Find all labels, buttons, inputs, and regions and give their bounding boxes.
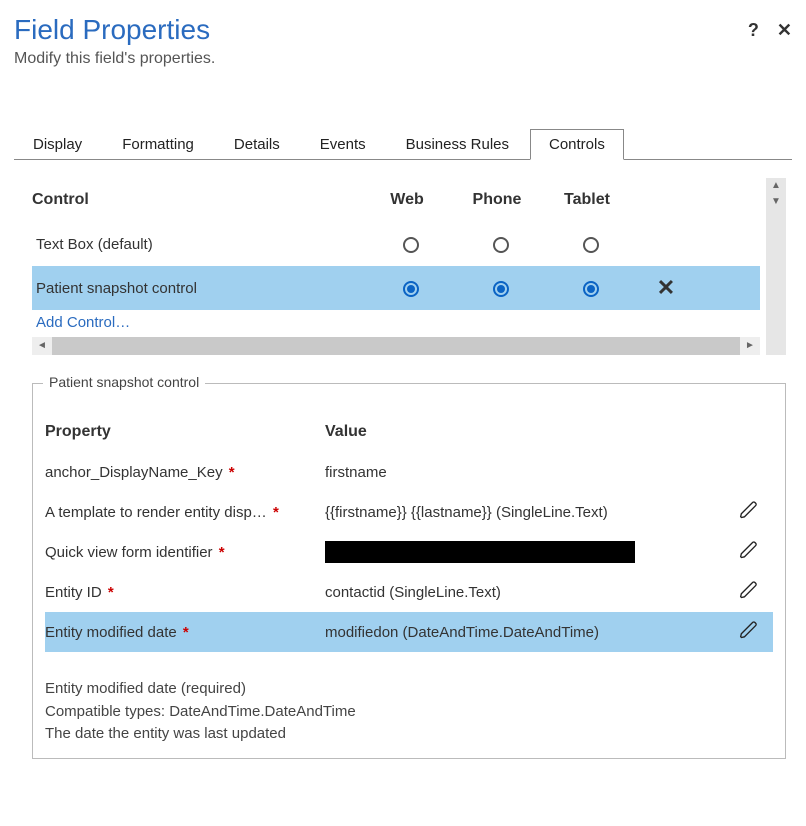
control-row[interactable]: Text Box (default) [32, 222, 760, 266]
radio-web[interactable] [366, 235, 456, 252]
scroll-track[interactable] [52, 337, 740, 355]
property-value: contactid (SingleLine.Text) [325, 584, 725, 601]
radio-icon [583, 237, 599, 253]
property-detail: Entity modified date (required) Compatib… [45, 678, 773, 746]
redacted-value [325, 541, 635, 563]
edit-property-button[interactable] [725, 540, 773, 564]
required-icon: * [269, 504, 279, 521]
edit-property-button[interactable] [725, 620, 773, 644]
col-value: Value [325, 423, 725, 441]
tab-details[interactable]: Details [215, 129, 299, 160]
col-control: Control [32, 191, 362, 209]
scroll-up-icon[interactable]: ▲ [766, 178, 786, 194]
radio-phone[interactable] [456, 279, 546, 296]
header-row: Field Properties ? ✕ [14, 12, 792, 50]
radio-tablet[interactable] [546, 235, 636, 252]
control-table-header: Control Web Phone Tablet [32, 178, 760, 222]
tab-strip: DisplayFormattingDetailsEventsBusiness R… [14, 128, 792, 160]
detail-line-title: Entity modified date (required) [45, 678, 773, 701]
required-icon: * [215, 544, 225, 561]
radio-icon [493, 281, 509, 297]
radio-icon [583, 281, 599, 297]
add-control-link[interactable]: Add Control… [32, 310, 760, 335]
property-panel: Patient snapshot control Property Value … [32, 383, 786, 759]
property-name: Entity modified date * [45, 624, 325, 641]
remove-control-icon[interactable]: ✕ [636, 275, 696, 301]
property-name: Entity ID * [45, 584, 325, 601]
dialog-title: Field Properties [14, 14, 748, 46]
tab-formatting[interactable]: Formatting [103, 129, 213, 160]
controls-tab-body: Control Web Phone Tablet Text Box (defau… [14, 160, 792, 767]
property-name: A template to render entity disp… * [45, 504, 325, 521]
radio-phone[interactable] [456, 235, 546, 252]
property-panel-legend: Patient snapshot control [43, 374, 205, 390]
edit-property-button[interactable] [725, 500, 773, 524]
property-value: modifiedon (DateAndTime.DateAndTime) [325, 624, 725, 641]
col-phone: Phone [452, 191, 542, 209]
radio-web[interactable] [366, 279, 456, 296]
vertical-scrollbar[interactable]: ▲ ▼ [766, 178, 786, 355]
property-table-header: Property Value [45, 412, 773, 452]
col-property: Property [45, 423, 325, 441]
radio-icon [403, 281, 419, 297]
control-name: Text Box (default) [36, 236, 366, 253]
col-web: Web [362, 191, 452, 209]
required-icon: * [104, 584, 114, 601]
horizontal-scrollbar[interactable]: ◄ ► [32, 337, 760, 355]
required-icon: * [225, 464, 235, 481]
property-row[interactable]: anchor_DisplayName_Key *firstname [45, 452, 773, 492]
property-row[interactable]: Quick view form identifier * [45, 532, 773, 572]
dialog-subtitle: Modify this field's properties. [14, 50, 792, 68]
property-row[interactable]: A template to render entity disp… *{{fir… [45, 492, 773, 532]
required-icon: * [179, 624, 189, 641]
tab-events[interactable]: Events [301, 129, 385, 160]
control-row[interactable]: Patient snapshot control ✕ [32, 266, 760, 310]
control-panel: Control Web Phone Tablet Text Box (defau… [32, 178, 786, 355]
detail-line-description: The date the entity was last updated [45, 723, 773, 746]
detail-line-types: Compatible types: DateAndTime.DateAndTim… [45, 701, 773, 724]
control-scroll-area: Control Web Phone Tablet Text Box (defau… [32, 178, 760, 355]
property-value: {{firstname}} {{lastname}} (SingleLine.T… [325, 504, 725, 521]
tab-display[interactable]: Display [14, 129, 101, 160]
scroll-right-icon[interactable]: ► [740, 337, 760, 355]
radio-icon [493, 237, 509, 253]
header-actions: ? ✕ [748, 20, 792, 41]
property-row[interactable]: Entity modified date *modifiedon (DateAn… [45, 612, 773, 652]
close-icon[interactable]: ✕ [777, 20, 792, 41]
radio-icon [403, 237, 419, 253]
scroll-left-icon[interactable]: ◄ [32, 337, 52, 355]
scroll-down-icon[interactable]: ▼ [766, 194, 786, 210]
tab-business-rules[interactable]: Business Rules [387, 129, 528, 160]
property-value [325, 541, 725, 563]
radio-tablet[interactable] [546, 279, 636, 296]
field-properties-dialog: Field Properties ? ✕ Modify this field's… [0, 0, 806, 779]
property-name: Quick view form identifier * [45, 544, 325, 561]
edit-property-button[interactable] [725, 580, 773, 604]
help-icon[interactable]: ? [748, 20, 759, 41]
tab-controls[interactable]: Controls [530, 129, 624, 160]
col-tablet: Tablet [542, 191, 632, 209]
control-name: Patient snapshot control [36, 280, 366, 297]
property-value: firstname [325, 464, 725, 481]
property-row[interactable]: Entity ID *contactid (SingleLine.Text) [45, 572, 773, 612]
property-name: anchor_DisplayName_Key * [45, 464, 325, 481]
